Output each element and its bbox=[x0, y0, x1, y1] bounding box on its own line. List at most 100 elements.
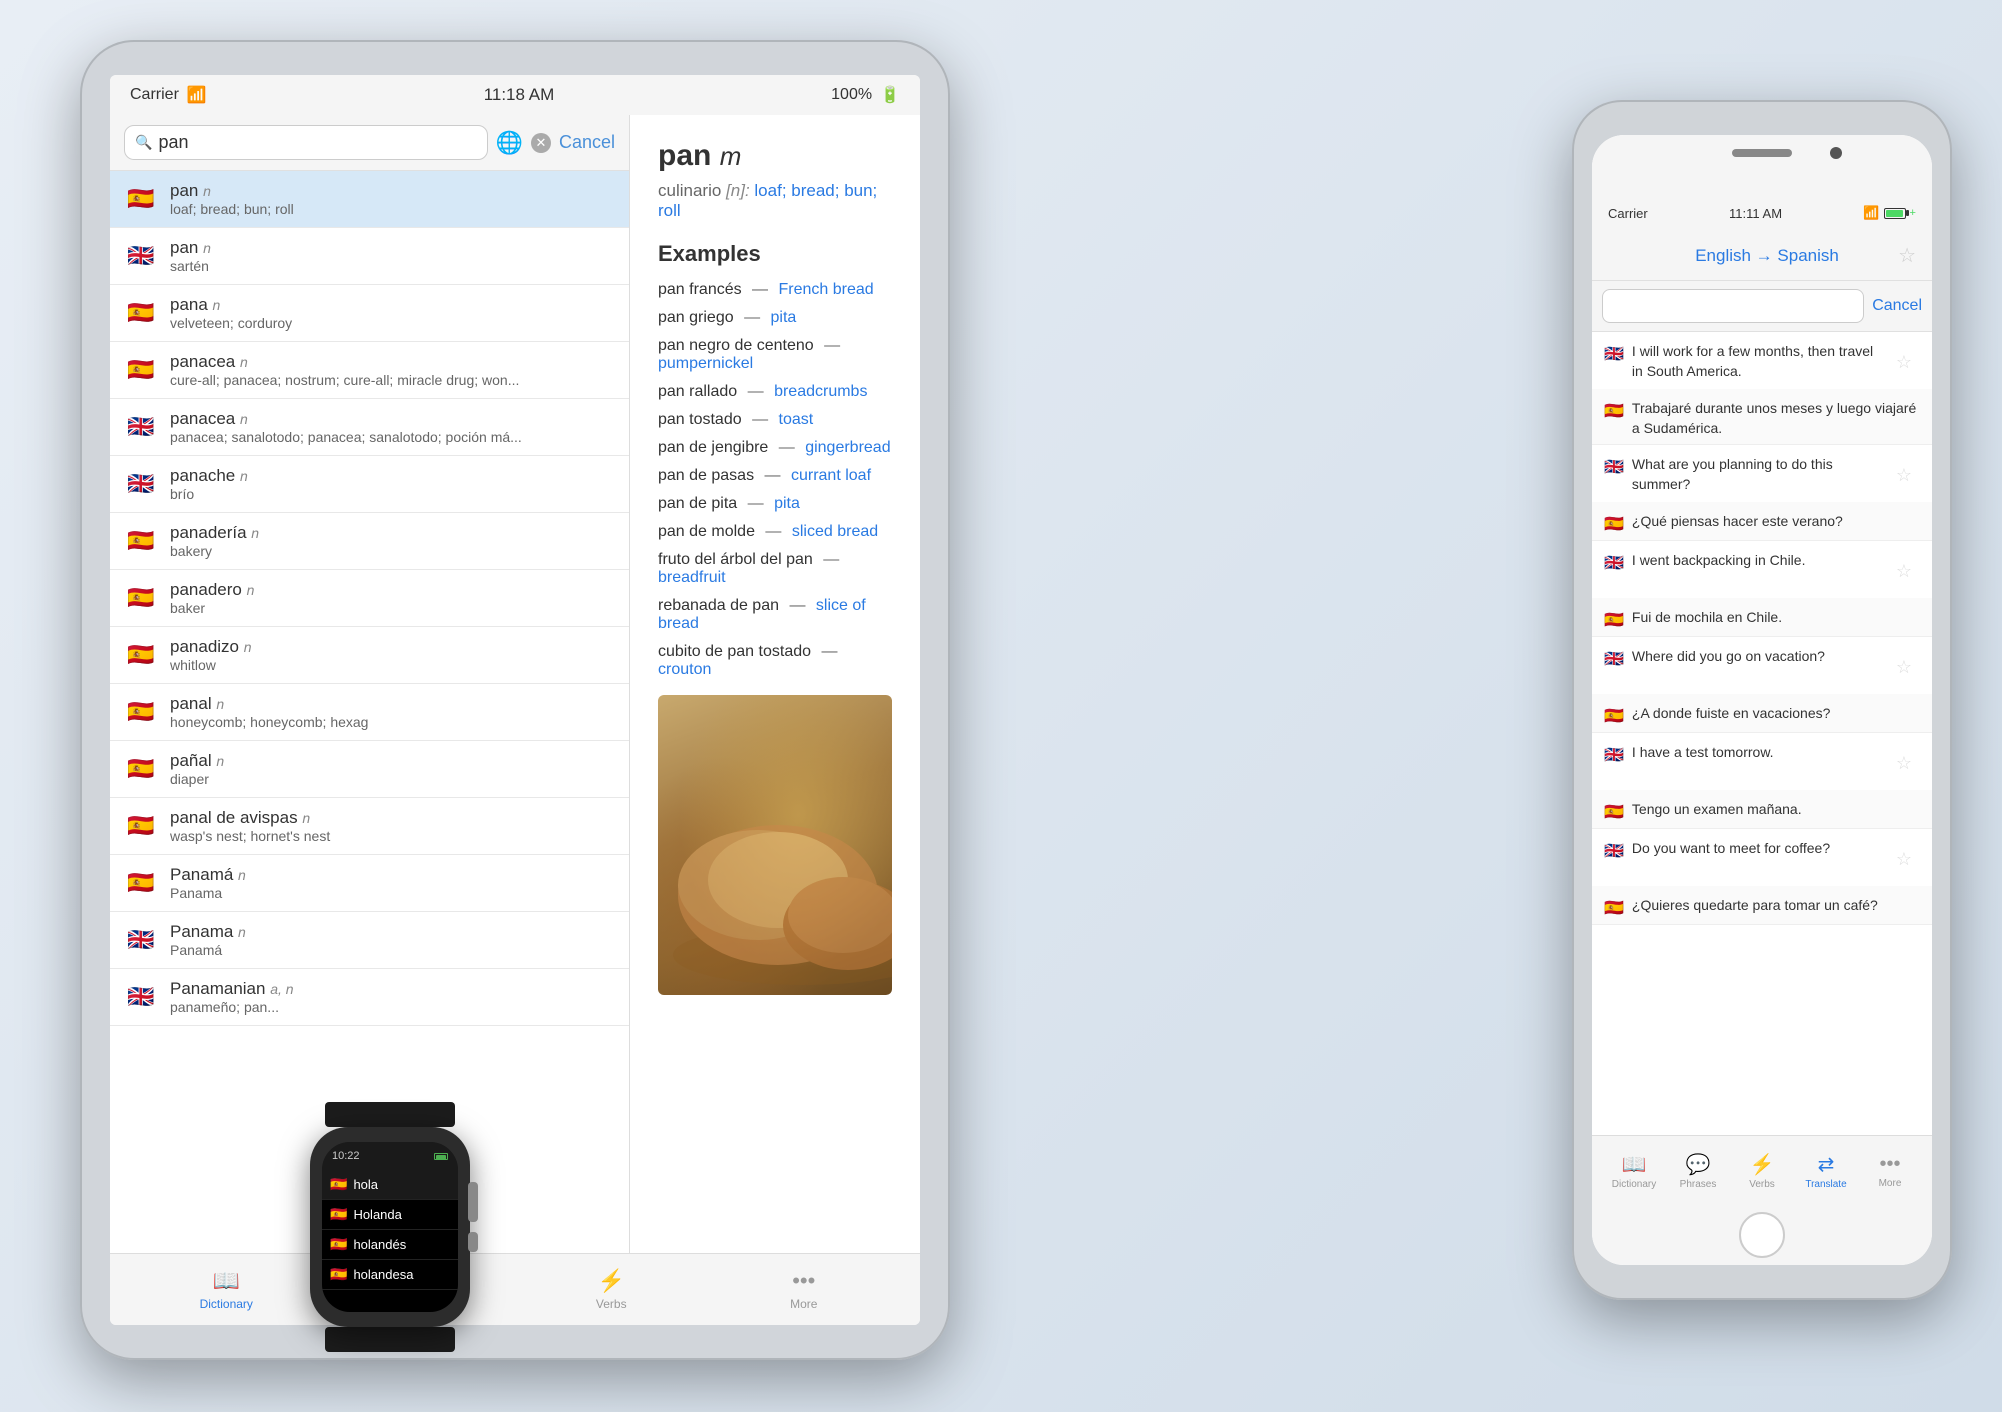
result-flag: 🇪🇸 bbox=[124, 695, 158, 729]
phrase-star-button[interactable]: ☆ bbox=[1888, 743, 1920, 784]
definition-title: pan m bbox=[658, 139, 892, 173]
result-word: Panamanian a, n bbox=[170, 979, 615, 999]
phrase-star-button[interactable]: ☆ bbox=[1888, 342, 1920, 383]
result-item[interactable]: 🇪🇸 pana n velveteen; corduroy bbox=[110, 285, 629, 342]
iphone-more-icon: ••• bbox=[1879, 1153, 1900, 1176]
wifi-icon: 📶 bbox=[187, 85, 207, 105]
result-item[interactable]: 🇬🇧 pan n sartén bbox=[110, 228, 629, 285]
result-word: pan n bbox=[170, 181, 615, 201]
result-item[interactable]: 🇪🇸 panadería n bakery bbox=[110, 513, 629, 570]
iphone-tab-bar: 📖 Dictionary 💬 Phrases ⚡ Verbs ⇄ Transla… bbox=[1592, 1135, 1932, 1205]
result-item[interactable]: 🇪🇸 panacea n cure-all; panacea; nostrum;… bbox=[110, 342, 629, 399]
result-flag: 🇬🇧 bbox=[124, 923, 158, 957]
result-def: brío bbox=[170, 486, 615, 502]
result-flag: 🇪🇸 bbox=[124, 296, 158, 330]
def-pos: m bbox=[720, 141, 742, 171]
iphone-tab-verbs[interactable]: ⚡ Verbs bbox=[1735, 1152, 1790, 1190]
examples-heading: Examples bbox=[658, 241, 892, 267]
phrase-star-button[interactable]: ☆ bbox=[1888, 455, 1920, 496]
iphone-verbs-icon: ⚡ bbox=[1750, 1152, 1775, 1177]
es-flag: 🇪🇸 bbox=[1604, 802, 1624, 822]
result-word: panache n bbox=[170, 466, 615, 486]
phrase-pair: 🇬🇧 I went backpacking in Chile. ☆ 🇪🇸 Fui… bbox=[1592, 541, 1932, 637]
phrase-row-es: 🇪🇸 Trabajaré durante unos meses y luego … bbox=[1592, 389, 1932, 444]
watch-body: 10:22 🇪🇸 hola 🇪🇸 Holanda 🇪🇸 holandés 🇪🇸 … bbox=[310, 1127, 470, 1327]
iphone-cancel-button[interactable]: Cancel bbox=[1872, 297, 1922, 315]
iphone-search-bar: Cancel bbox=[1592, 281, 1932, 332]
ipad-time: 11:18 AM bbox=[484, 85, 555, 105]
es-flag: 🇪🇸 bbox=[1604, 401, 1624, 421]
result-item[interactable]: 🇪🇸 panadero n baker bbox=[110, 570, 629, 627]
iphone-favorite-button[interactable]: ☆ bbox=[1898, 243, 1916, 268]
iphone-carrier: Carrier bbox=[1608, 206, 1648, 221]
example-item: pan negro de centeno — pumpernickel bbox=[658, 337, 892, 373]
result-def: honeycomb; honeycomb; hexag bbox=[170, 714, 615, 730]
cancel-search-button[interactable]: Cancel bbox=[559, 132, 615, 153]
example-item: pan de pita — pita bbox=[658, 495, 892, 513]
ipad-tab-more[interactable]: ••• More bbox=[764, 1268, 844, 1311]
result-item[interactable]: 🇪🇸 panadizo n whitlow bbox=[110, 627, 629, 684]
language-globe-button[interactable]: 🌐 bbox=[496, 130, 523, 156]
en-flag: 🇬🇧 bbox=[1604, 553, 1624, 573]
iphone-nav-title: English → Spanish bbox=[1636, 246, 1898, 266]
result-def: loaf; bread; bun; roll bbox=[170, 201, 615, 217]
es-phrase: ¿Qué piensas hacer este verano? bbox=[1632, 512, 1920, 532]
ipad-tab-bar: 📖 Dictionary 💬 Phrases ⚡ Verbs ••• More bbox=[110, 1253, 920, 1325]
result-item[interactable]: 🇬🇧 panacea n panacea; sanalotodo; panace… bbox=[110, 399, 629, 456]
watch-item[interactable]: 🇪🇸 Holanda bbox=[322, 1200, 458, 1230]
watch-item[interactable]: 🇪🇸 holandesa bbox=[322, 1260, 458, 1290]
watch-item[interactable]: 🇪🇸 hola bbox=[322, 1170, 458, 1200]
iphone-tab-more[interactable]: ••• More bbox=[1863, 1153, 1918, 1189]
search-input[interactable]: pan bbox=[158, 132, 476, 153]
iphone-status-bar: Carrier 11:11 AM 📶 + bbox=[1592, 195, 1932, 231]
result-item[interactable]: 🇪🇸 panal n honeycomb; honeycomb; hexag bbox=[110, 684, 629, 741]
iphone-phrases-list: 🇬🇧 I will work for a few months, then tr… bbox=[1592, 332, 1932, 1135]
iphone-nav-bar: English → Spanish ☆ bbox=[1592, 231, 1932, 281]
en-phrase: Do you want to meet for coffee? bbox=[1632, 839, 1880, 859]
iphone-tab-dictionary[interactable]: 📖 Dictionary bbox=[1607, 1152, 1662, 1190]
iphone-tab-translate[interactable]: ⇄ Translate bbox=[1799, 1152, 1854, 1190]
battery-label: 100% bbox=[831, 86, 872, 104]
result-flag: 🇪🇸 bbox=[124, 182, 158, 216]
example-item: pan de molde — sliced bread bbox=[658, 523, 892, 541]
watch-flag: 🇪🇸 bbox=[330, 1236, 347, 1253]
phrase-row-es: 🇪🇸 ¿A donde fuiste en vacaciones? bbox=[1592, 694, 1932, 732]
phrase-star-button[interactable]: ☆ bbox=[1888, 647, 1920, 688]
clear-search-button[interactable]: ✕ bbox=[531, 133, 551, 153]
phrase-row-en: 🇬🇧 Where did you go on vacation? ☆ bbox=[1592, 637, 1932, 694]
en-phrase: I have a test tomorrow. bbox=[1632, 743, 1880, 763]
result-flag: 🇪🇸 bbox=[124, 752, 158, 786]
phrase-star-button[interactable]: ☆ bbox=[1888, 839, 1920, 880]
phrase-row-en: 🇬🇧 I went backpacking in Chile. ☆ bbox=[1592, 541, 1932, 598]
watch-time: 10:22 bbox=[332, 1150, 360, 1162]
iphone-tab-phrases[interactable]: 💬 Phrases bbox=[1671, 1152, 1726, 1190]
def-word: pan bbox=[658, 139, 711, 172]
watch-flag: 🇪🇸 bbox=[330, 1206, 347, 1223]
result-item[interactable]: 🇬🇧 Panama n Panamá bbox=[110, 912, 629, 969]
result-item[interactable]: 🇪🇸 pañal n diaper bbox=[110, 741, 629, 798]
result-item[interactable]: 🇪🇸 pan n loaf; bread; bun; roll bbox=[110, 171, 629, 228]
ipad-tab-dictionary[interactable]: 📖 Dictionary bbox=[186, 1268, 266, 1311]
ipad-tab-verbs[interactable]: ⚡ Verbs bbox=[571, 1268, 651, 1311]
result-item[interactable]: 🇬🇧 Panamanian a, n panameño; pan... bbox=[110, 969, 629, 1026]
result-item[interactable]: 🇬🇧 panache n brío bbox=[110, 456, 629, 513]
result-flag: 🇪🇸 bbox=[124, 353, 158, 387]
iphone-wifi-icon: 📶 bbox=[1863, 205, 1879, 221]
en-flag: 🇬🇧 bbox=[1604, 649, 1624, 669]
iphone-home-button[interactable] bbox=[1739, 1212, 1785, 1258]
watch-item[interactable]: 🇪🇸 holandés bbox=[322, 1230, 458, 1260]
carrier-label: Carrier bbox=[130, 86, 179, 104]
result-word: panal de avispas n bbox=[170, 808, 615, 828]
iphone-search-input[interactable] bbox=[1602, 289, 1864, 323]
iphone-battery-icon bbox=[1884, 208, 1906, 219]
es-phrase: Fui de mochila en Chile. bbox=[1632, 608, 1920, 628]
phrase-pair: 🇬🇧 I have a test tomorrow. ☆ 🇪🇸 Tengo un… bbox=[1592, 733, 1932, 829]
result-word: panadizo n bbox=[170, 637, 615, 657]
search-input-wrap[interactable]: 🔍 pan bbox=[124, 125, 488, 160]
phrase-star-button[interactable]: ☆ bbox=[1888, 551, 1920, 592]
es-phrase: ¿A donde fuiste en vacaciones? bbox=[1632, 704, 1920, 724]
result-item[interactable]: 🇪🇸 Panamá n Panama bbox=[110, 855, 629, 912]
result-def: bakery bbox=[170, 543, 615, 559]
result-item[interactable]: 🇪🇸 panal de avispas n wasp's nest; horne… bbox=[110, 798, 629, 855]
search-results-list: 🇪🇸 pan n loaf; bread; bun; roll 🇬🇧 pan n… bbox=[110, 171, 629, 1253]
